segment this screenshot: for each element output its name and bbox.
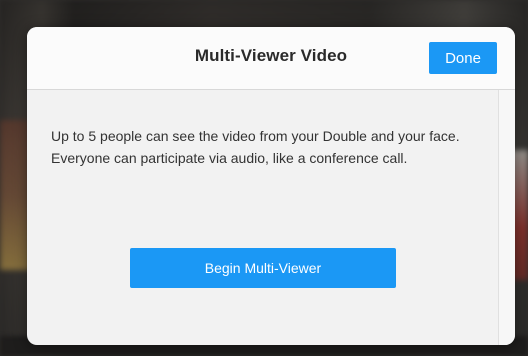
done-button[interactable]: Done (429, 42, 497, 74)
dialog-body: Up to 5 people can see the video from yo… (27, 90, 499, 345)
background-artwork-left (0, 120, 30, 270)
multi-viewer-dialog: Multi-Viewer Video Done Up to 5 people c… (27, 27, 515, 345)
dialog-header: Multi-Viewer Video Done (27, 27, 515, 90)
begin-multi-viewer-button[interactable]: Begin Multi-Viewer (130, 248, 396, 288)
dialog-description: Up to 5 people can see the video from yo… (51, 128, 460, 166)
scrollbar-track[interactable] (498, 90, 515, 345)
